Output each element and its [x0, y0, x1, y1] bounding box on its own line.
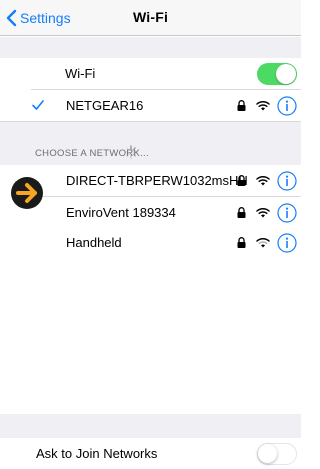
info-icon[interactable] — [277, 202, 297, 223]
network-name: DIRECT-TBRPERW1032msHH — [66, 173, 248, 188]
wifi-signal-icon — [256, 100, 270, 111]
network-row-0[interactable]: DIRECT-TBRPERW1032msHH — [0, 165, 301, 196]
network-name: Handheld — [66, 235, 122, 250]
ask-to-join-label: Ask to Join Networks — [36, 446, 158, 461]
info-icon[interactable] — [277, 170, 297, 191]
network-row-1[interactable]: EnviroVent 189334 — [0, 197, 301, 228]
group-spacer — [0, 37, 301, 58]
lock-icon — [237, 100, 246, 111]
connected-network-row[interactable]: NETGEAR16 — [0, 90, 301, 121]
arrow-right-icon-graphic — [16, 183, 37, 203]
wifi-signal-icon — [256, 207, 270, 218]
arrow-right-icon — [11, 177, 43, 209]
network-status-icons — [237, 95, 297, 116]
checkmark-icon — [32, 100, 44, 110]
wifi-signal-icon — [256, 175, 270, 186]
toggle-knob — [276, 64, 296, 84]
ask-to-join-switch[interactable] — [257, 443, 297, 465]
connected-network-name: NETGEAR16 — [66, 98, 144, 113]
choose-network-header: CHOOSE A NETWORK... — [0, 140, 301, 165]
info-icon[interactable] — [277, 232, 297, 253]
network-status-icons — [237, 232, 297, 253]
wifi-signal-icon — [256, 237, 270, 248]
navigation-bar: Settings Wi-Fi — [0, 0, 301, 36]
network-row-2[interactable]: Handheld — [0, 227, 301, 258]
info-icon[interactable] — [277, 95, 297, 116]
ask-to-join-row: Ask to Join Networks — [0, 438, 301, 469]
page-title: Wi-Fi — [132, 9, 169, 25]
network-status-icons — [237, 202, 297, 223]
wifi-toggle-label: Wi-Fi — [65, 66, 96, 81]
lock-icon — [237, 207, 246, 218]
group-spacer — [0, 122, 301, 140]
network-name: EnviroVent 189334 — [66, 205, 176, 220]
wifi-toggle-switch[interactable] — [257, 63, 297, 85]
wifi-toggle-row: Wi-Fi — [0, 58, 301, 89]
group-spacer — [0, 414, 301, 438]
lock-icon — [237, 175, 246, 186]
loading-spinner-icon — [124, 145, 138, 159]
toggle-knob — [258, 444, 277, 463]
empty-list-area — [0, 259, 301, 414]
lock-icon — [237, 237, 246, 248]
network-status-icons — [237, 170, 297, 191]
